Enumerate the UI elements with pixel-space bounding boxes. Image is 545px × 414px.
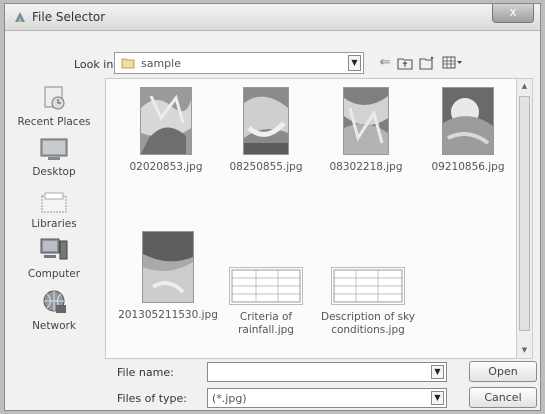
- image-thumbnail: [442, 87, 494, 155]
- file-name: 201305211530.jpg: [118, 309, 218, 321]
- file-item[interactable]: 08250855.jpg: [216, 87, 316, 174]
- image-thumbnail: [142, 231, 194, 303]
- network-icon: [43, 290, 66, 313]
- chevron-down-icon[interactable]: ▼: [348, 55, 361, 71]
- look-in-dropdown[interactable]: sample ▼: [114, 52, 364, 74]
- file-item[interactable]: 08302218.jpg: [316, 87, 416, 174]
- file-name-line-2: conditions.jpg: [331, 324, 405, 336]
- look-in-label: Look in:: [74, 58, 117, 71]
- file-name: 08250855.jpg: [229, 161, 303, 173]
- app-icon: [15, 12, 25, 22]
- new-folder-icon[interactable]: [418, 54, 436, 72]
- close-button[interactable]: x: [492, 4, 534, 23]
- view-menu-icon[interactable]: [441, 54, 465, 72]
- place-recent-places[interactable]: Recent Places: [5, 84, 103, 128]
- places-bar: Recent Places Desktop Libraries Computer…: [5, 80, 103, 390]
- files-of-type-label: Files of type:: [117, 392, 188, 405]
- place-network[interactable]: Network: [5, 288, 103, 332]
- folder-icon: [121, 58, 135, 69]
- open-button[interactable]: Open: [469, 361, 537, 382]
- cancel-button[interactable]: Cancel: [469, 387, 537, 408]
- up-folder-icon[interactable]: [396, 54, 414, 72]
- file-name-line-1: Criteria of: [239, 311, 293, 323]
- place-label: Libraries: [31, 218, 77, 230]
- look-in-value: sample: [141, 57, 181, 70]
- back-arrow-icon[interactable]: ⇐: [376, 54, 394, 72]
- files-of-type-dropdown[interactable]: (*.jpg) ▼: [207, 388, 447, 408]
- scroll-down-arrow-icon[interactable]: ▼: [517, 343, 532, 358]
- chevron-down-icon[interactable]: ▼: [431, 391, 444, 405]
- place-computer[interactable]: Computer: [5, 236, 103, 280]
- table-thumbnail: [229, 267, 303, 305]
- vertical-scrollbar[interactable]: ▲ ▼: [516, 78, 533, 359]
- computer-icon: [40, 238, 68, 260]
- scroll-up-arrow-icon[interactable]: ▲: [517, 79, 532, 94]
- file-name-line-2: rainfall.jpg: [238, 324, 294, 336]
- title-bar[interactable]: File Selector x: [5, 4, 540, 31]
- file-name-line-1: Description of sky: [321, 311, 415, 323]
- file-item[interactable]: 09210856.jpg: [418, 87, 518, 174]
- file-name: 02020853.jpg: [129, 161, 203, 173]
- chevron-down-icon[interactable]: ▼: [431, 365, 444, 379]
- file-item[interactable]: 02020853.jpg: [116, 87, 216, 174]
- file-item[interactable]: Description of sky conditions.jpg: [318, 267, 418, 337]
- libraries-icon: [41, 192, 67, 213]
- file-item[interactable]: Criteria of rainfall.jpg: [216, 267, 316, 337]
- place-label: Desktop: [32, 166, 76, 178]
- window-title: File Selector: [32, 10, 106, 24]
- files-of-type-value: (*.jpg): [212, 392, 247, 405]
- image-thumbnail: [140, 87, 192, 155]
- table-thumbnail: [331, 267, 405, 305]
- desktop-icon: [40, 138, 68, 160]
- place-libraries[interactable]: Libraries: [5, 190, 103, 230]
- file-item[interactable]: 201305211530.jpg: [118, 231, 218, 322]
- file-name-label: File name:: [117, 366, 174, 379]
- scroll-thumb[interactable]: [519, 96, 530, 331]
- place-label: Network: [32, 320, 76, 332]
- file-name: 08302218.jpg: [329, 161, 403, 173]
- place-desktop[interactable]: Desktop: [5, 136, 103, 178]
- file-name-input[interactable]: ▼: [207, 362, 447, 382]
- file-selector-dialog: File Selector x Look in: sample ▼ ⇐ Rece…: [4, 3, 541, 411]
- recent-places-icon: [44, 86, 65, 110]
- image-thumbnail: [343, 87, 389, 155]
- place-label: Computer: [27, 268, 81, 280]
- image-thumbnail: [243, 87, 289, 155]
- file-name: 09210856.jpg: [431, 161, 505, 173]
- file-list-view[interactable]: 02020853.jpg 08250855.jpg 08302218.jpg 0…: [105, 78, 525, 359]
- place-label: Recent Places: [17, 116, 91, 128]
